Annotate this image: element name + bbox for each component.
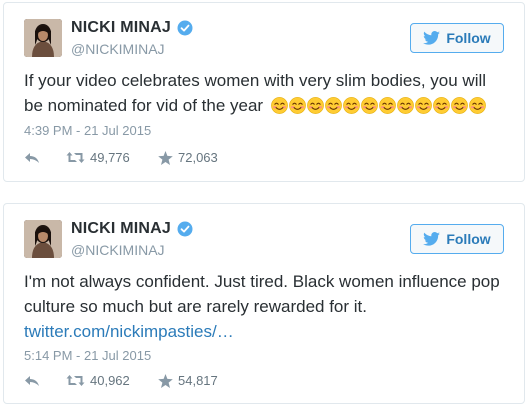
retweet-icon xyxy=(66,152,85,163)
follow-button[interactable]: Follow xyxy=(410,23,504,53)
smiling-face-emoji-icon xyxy=(288,97,306,114)
follow-button[interactable]: Follow xyxy=(410,224,504,254)
tweet-text: If your video celebrates women with very… xyxy=(24,68,504,118)
smiling-face-emoji-icon xyxy=(360,97,378,114)
twitter-bird-icon xyxy=(423,232,441,246)
user-handle[interactable]: @NICKIMINAJ xyxy=(71,242,165,258)
retweet-icon xyxy=(66,375,85,386)
display-name[interactable]: NICKI MINAJ xyxy=(71,220,171,238)
smiling-face-emoji-icon xyxy=(306,97,324,114)
smiling-face-emoji-icon xyxy=(378,97,396,114)
user-handle[interactable]: @NICKIMINAJ xyxy=(71,41,165,57)
smiling-face-emoji-icon xyxy=(270,97,288,114)
avatar[interactable] xyxy=(24,19,62,57)
verified-badge-icon xyxy=(177,221,193,237)
favorite-button[interactable]: 72,063 xyxy=(158,150,218,165)
follow-label: Follow xyxy=(446,30,491,46)
favorite-count: 72,063 xyxy=(178,150,218,165)
tweet-body: I'm not always confident. Just tired. Bl… xyxy=(24,272,500,316)
smiling-face-emoji-icon xyxy=(342,97,360,114)
smiling-face-emoji-icon xyxy=(450,97,468,114)
follow-label: Follow xyxy=(446,231,491,247)
reply-button[interactable] xyxy=(24,152,66,164)
reply-button[interactable] xyxy=(24,375,66,387)
tweet-link[interactable]: twitter.com/nickimpasties/… xyxy=(24,322,234,341)
smiling-face-emoji-icon xyxy=(324,97,342,114)
smiling-face-emoji-icon xyxy=(396,97,414,114)
display-name[interactable]: NICKI MINAJ xyxy=(71,19,171,37)
twitter-bird-icon xyxy=(423,31,441,45)
tweet-timestamp[interactable]: 5:14 PM - 21 Jul 2015 xyxy=(24,348,151,363)
emoji-group xyxy=(270,97,486,114)
tweet-timestamp[interactable]: 4:39 PM - 21 Jul 2015 xyxy=(24,123,151,138)
reply-icon xyxy=(25,152,39,163)
smiling-face-emoji-icon xyxy=(432,97,450,114)
favorite-count: 54,817 xyxy=(178,373,218,388)
star-icon xyxy=(158,373,173,388)
tweet-card: NICKI MINAJ @NICKIMINAJ Follow I'm not a… xyxy=(3,203,525,404)
tweet-actions: 49,776 72,063 xyxy=(24,150,218,165)
retweet-button[interactable]: 49,776 xyxy=(66,150,158,165)
retweet-button[interactable]: 40,962 xyxy=(66,373,158,388)
author-row: NICKI MINAJ xyxy=(71,19,193,37)
reply-icon xyxy=(25,375,39,386)
avatar[interactable] xyxy=(24,220,62,258)
favorite-button[interactable]: 54,817 xyxy=(158,373,218,388)
retweet-count: 49,776 xyxy=(90,150,130,165)
tweet-card: NICKI MINAJ @NICKIMINAJ Follow If your v… xyxy=(3,2,525,182)
star-icon xyxy=(158,150,173,165)
smiling-face-emoji-icon xyxy=(468,97,486,114)
retweet-count: 40,962 xyxy=(90,373,130,388)
tweet-actions: 40,962 54,817 xyxy=(24,373,218,388)
author-row: NICKI MINAJ xyxy=(71,220,193,238)
tweet-text: I'm not always confident. Just tired. Bl… xyxy=(24,269,504,344)
verified-badge-icon xyxy=(177,20,193,36)
smiling-face-emoji-icon xyxy=(414,97,432,114)
